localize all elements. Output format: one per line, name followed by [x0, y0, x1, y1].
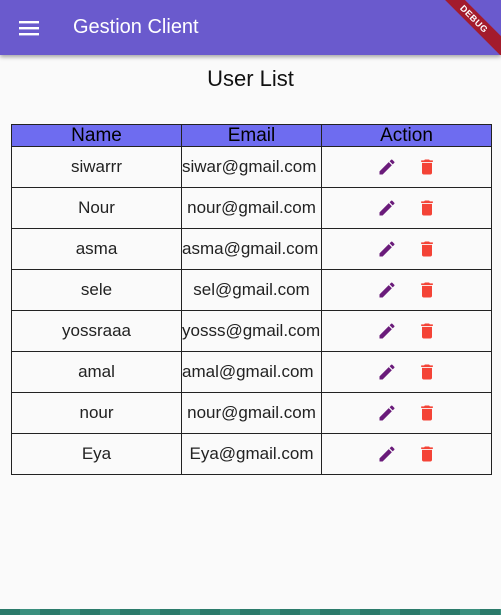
user-email-cell: asma@gmail.com — [181, 228, 322, 270]
table-header-row: Name Email Action — [11, 124, 492, 147]
table-row: nour nour@gmail.com — [11, 392, 492, 434]
user-table: Name Email Action siwarrr siwar@gmail.com… — [11, 124, 492, 475]
user-email-cell: siwar@gmail.com — [181, 146, 322, 188]
user-name-cell: sele — [11, 269, 182, 311]
action-cell — [321, 310, 492, 352]
edit-button[interactable] — [375, 155, 399, 179]
edit-button[interactable] — [375, 196, 399, 220]
edit-button[interactable] — [375, 278, 399, 302]
user-name-cell: siwarrr — [11, 146, 182, 188]
table-row: Nour nour@gmail.com — [11, 187, 492, 229]
user-name-cell: amal — [11, 351, 182, 393]
table-row: siwarrr siwar@gmail.com — [11, 146, 492, 188]
user-email-cell: sel@gmail.com — [181, 269, 322, 311]
user-name-cell: yossraaa — [11, 310, 182, 352]
trash-icon — [420, 200, 433, 216]
trash-icon — [420, 241, 433, 257]
debug-banner: DEBUG — [430, 0, 501, 55]
user-email-cell: amal@gmail.com — [181, 351, 322, 393]
action-cell — [321, 433, 492, 475]
edit-button[interactable] — [375, 237, 399, 261]
table-row: sele sel@gmail.com — [11, 269, 492, 311]
table-row: yossraaa yosss@gmail.com — [11, 310, 492, 352]
delete-button[interactable] — [415, 401, 439, 425]
user-email-cell: nour@gmail.com — [181, 187, 322, 229]
bottom-edge — [0, 609, 501, 615]
pencil-icon — [379, 405, 395, 421]
trash-icon — [420, 323, 433, 339]
delete-button[interactable] — [415, 319, 439, 343]
menu-icon — [19, 21, 39, 36]
action-cell — [321, 228, 492, 270]
pencil-icon — [379, 282, 395, 298]
pencil-icon — [379, 159, 395, 175]
user-email-cell: yosss@gmail.com — [181, 310, 322, 352]
delete-button[interactable] — [415, 155, 439, 179]
user-email-cell: nour@gmail.com — [181, 392, 322, 434]
action-cell — [321, 187, 492, 229]
action-cell — [321, 146, 492, 188]
delete-button[interactable] — [415, 237, 439, 261]
user-email-cell: Eya@gmail.com — [181, 433, 322, 475]
user-name-cell: Eya — [11, 433, 182, 475]
user-name-cell: nour — [11, 392, 182, 434]
trash-icon — [420, 405, 433, 421]
user-name-cell: asma — [11, 228, 182, 270]
delete-button[interactable] — [415, 442, 439, 466]
trash-icon — [420, 282, 433, 298]
trash-icon — [420, 446, 433, 462]
action-cell — [321, 269, 492, 311]
pencil-icon — [379, 200, 395, 216]
delete-button[interactable] — [415, 278, 439, 302]
action-cell — [321, 392, 492, 434]
delete-button[interactable] — [415, 196, 439, 220]
pencil-icon — [379, 364, 395, 380]
edit-button[interactable] — [375, 442, 399, 466]
app-bar-title: Gestion Client — [73, 16, 199, 38]
column-header-email: Email — [181, 124, 322, 147]
delete-button[interactable] — [415, 360, 439, 384]
trash-icon — [420, 364, 433, 380]
menu-button[interactable] — [14, 13, 44, 43]
trash-icon — [420, 159, 433, 175]
app-bar: Gestion Client DEBUG — [0, 0, 501, 55]
user-name-cell: Nour — [11, 187, 182, 229]
edit-button[interactable] — [375, 360, 399, 384]
page-title: User List — [207, 66, 294, 91]
pencil-icon — [379, 446, 395, 462]
table-row: asma asma@gmail.com — [11, 228, 492, 270]
table-row: Eya Eya@gmail.com — [11, 433, 492, 475]
pencil-icon — [379, 323, 395, 339]
edit-button[interactable] — [375, 401, 399, 425]
table-row: amal amal@gmail.com — [11, 351, 492, 393]
pencil-icon — [379, 241, 395, 257]
action-cell — [321, 351, 492, 393]
column-header-action: Action — [321, 124, 492, 147]
edit-button[interactable] — [375, 319, 399, 343]
column-header-name: Name — [11, 124, 182, 147]
